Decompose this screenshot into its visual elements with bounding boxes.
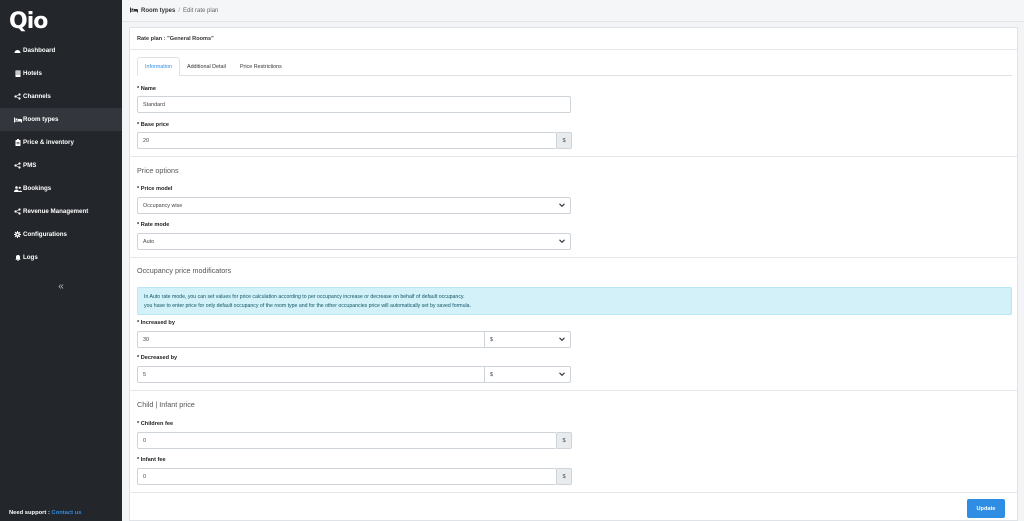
rate-plan-card: Rate plan : "General Rooms" Information … (129, 27, 1018, 521)
sidebar-item-pms[interactable]: PMS (0, 154, 122, 177)
sidebar-item-label: PMS (23, 162, 37, 169)
update-button[interactable]: Update (967, 499, 1005, 518)
breadcrumb: Room types / Edit rate plan (122, 0, 1024, 22)
divider (130, 156, 1017, 157)
sidebar-item-label: Room types (23, 116, 59, 123)
card-title: Rate plan : "General Rooms" (130, 28, 1017, 50)
price-model-select[interactable]: Occupancy wise (137, 197, 571, 214)
bed-icon (130, 7, 138, 15)
tab-price-restrictions[interactable]: Price Restrictions (233, 57, 289, 76)
decreased-by-unit-select[interactable]: $ (485, 366, 571, 383)
share-icon (12, 93, 23, 100)
decreased-by-field[interactable]: 5 (137, 366, 485, 383)
sidebar-collapse-button[interactable]: « (0, 281, 122, 292)
infant-fee-field[interactable]: 0 (137, 468, 557, 485)
sidebar-item-logs[interactable]: Logs (0, 246, 122, 269)
dashboard-icon (12, 48, 23, 54)
increased-by-label: * Increased by (137, 320, 175, 326)
chevron-down-icon (559, 239, 565, 244)
tab-additional-detail[interactable]: Additional Detail (180, 57, 233, 76)
increased-by-field[interactable]: 30 (137, 331, 485, 348)
name-field[interactable]: Standard (137, 96, 571, 113)
support-footer: Need support : Contact us (9, 510, 81, 516)
share-icon (12, 162, 23, 169)
sidebar-item-label: Configurations (23, 231, 67, 238)
increased-by-unit-select[interactable]: $ (485, 331, 571, 348)
sidebar-item-room-types[interactable]: Room types (0, 108, 122, 131)
hotel-icon (12, 70, 23, 77)
currency-addon: $ (557, 432, 572, 449)
alert-line-2: you have to enter price for only default… (144, 302, 471, 309)
chevron-down-icon (559, 337, 565, 342)
sidebar-item-hotels[interactable]: Hotels (0, 62, 122, 85)
breadcrumb-separator: / (178, 7, 181, 14)
children-fee-label: * Children fee (137, 421, 174, 427)
base-price-field[interactable]: 20 (137, 132, 557, 149)
bell-icon (12, 254, 23, 261)
decreased-by-label: * Decreased by (137, 355, 178, 361)
chevron-down-icon (559, 203, 565, 208)
sidebar-item-label: Dashboard (23, 47, 56, 54)
rate-mode-value: Auto (143, 238, 155, 245)
sidebar-item-label: Logs (23, 254, 38, 261)
clipboard-icon (12, 139, 23, 146)
occupancy-heading: Occupancy price modificators (137, 266, 232, 275)
app-logo[interactable]: Qio (9, 8, 48, 34)
divider (130, 492, 1017, 493)
breadcrumb-current: Edit rate plan (183, 7, 219, 14)
sidebar: Qio Dashboard Hotels Channels Room types… (0, 0, 122, 521)
divider (130, 390, 1017, 391)
logo-text: Qio (9, 8, 48, 34)
increased-unit-value: $ (490, 336, 493, 343)
divider (130, 257, 1017, 258)
rate-mode-label: * Rate mode (137, 222, 170, 228)
sidebar-item-channels[interactable]: Channels (0, 85, 122, 108)
chevron-down-icon (559, 372, 565, 377)
contact-us-link[interactable]: Contact us (52, 510, 82, 516)
sidebar-item-price-inventory[interactable]: Price & inventory (0, 131, 122, 154)
sidebar-item-revenue-management[interactable]: Revenue Management (0, 200, 122, 223)
rate-mode-select[interactable]: Auto (137, 233, 571, 250)
share-icon (12, 208, 23, 215)
price-model-label: * Price model (137, 186, 173, 192)
decreased-unit-value: $ (490, 371, 493, 378)
sidebar-item-bookings[interactable]: Bookings (0, 177, 122, 200)
users-icon (12, 185, 23, 192)
price-options-heading: Price options (137, 166, 179, 175)
sidebar-item-configurations[interactable]: Configurations (0, 223, 122, 246)
base-price-label: * Base price (137, 122, 170, 128)
sidebar-nav: Dashboard Hotels Channels Room types Pri… (0, 39, 122, 269)
support-label: Need support : (9, 510, 50, 516)
sidebar-item-label: Hotels (23, 70, 42, 77)
bed-icon (12, 117, 23, 123)
children-fee-field[interactable]: 0 (137, 432, 557, 449)
sidebar-item-label: Price & inventory (23, 139, 74, 146)
child-infant-heading: Child | Infant price (137, 400, 195, 409)
name-label: * Name (137, 86, 156, 92)
sidebar-item-label: Bookings (23, 185, 52, 192)
price-model-value: Occupancy wise (143, 202, 183, 209)
gear-icon (12, 231, 23, 238)
sidebar-item-label: Channels (23, 93, 51, 100)
sidebar-item-label: Revenue Management (23, 208, 89, 215)
tab-information[interactable]: Information (137, 57, 180, 76)
sidebar-item-dashboard[interactable]: Dashboard (0, 39, 122, 62)
infant-fee-label: * Infant fee (137, 457, 166, 463)
alert-line-1: In Auto rate mode, you can set values fo… (144, 294, 465, 300)
currency-addon: $ (557, 132, 572, 149)
tab-bar: Information Additional Detail Price Rest… (137, 57, 1012, 76)
currency-addon: $ (557, 468, 572, 485)
auto-rate-info-alert: In Auto rate mode, you can set values fo… (137, 287, 1012, 315)
breadcrumb-room-types[interactable]: Room types (141, 8, 175, 14)
